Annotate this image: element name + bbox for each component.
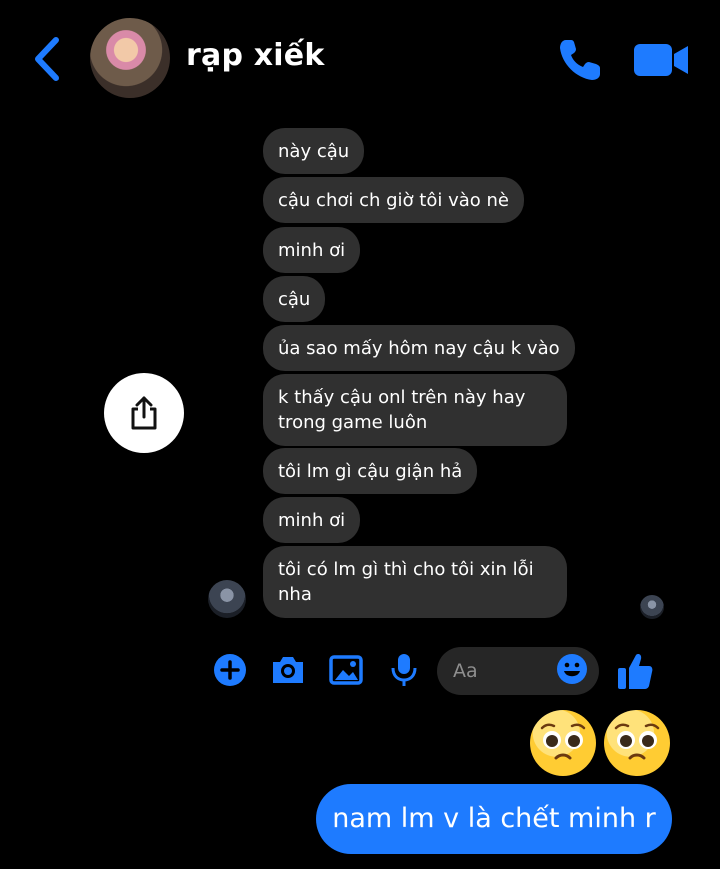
smiley-icon[interactable] bbox=[556, 653, 588, 685]
received-message[interactable]: tôi lm gì cậu giận hả bbox=[263, 448, 478, 494]
sender-avatar[interactable] bbox=[208, 580, 246, 618]
sent-message[interactable]: nam lm v là chết minh r bbox=[316, 784, 672, 854]
pleading-face-emoji[interactable] bbox=[604, 710, 670, 776]
share-button[interactable] bbox=[104, 373, 184, 453]
received-message[interactable]: minh ơi bbox=[263, 227, 361, 273]
video-camera-icon[interactable] bbox=[632, 38, 690, 82]
microphone-icon[interactable] bbox=[386, 652, 422, 688]
thumbs-up-icon[interactable] bbox=[616, 651, 654, 691]
image-icon[interactable] bbox=[328, 652, 364, 688]
seen-avatar bbox=[640, 595, 664, 619]
received-message[interactable]: k thấy cậu onl trên này hay trong game l… bbox=[263, 374, 567, 446]
received-message[interactable]: tôi có lm gì thì cho tôi xin lỗi nha bbox=[263, 546, 567, 618]
contact-name[interactable]: rạp xiếk bbox=[186, 38, 325, 73]
pleading-face-icon bbox=[540, 723, 586, 760]
received-message[interactable]: cậu bbox=[263, 276, 326, 322]
received-message[interactable]: ủa sao mấy hôm nay cậu k vào bbox=[263, 325, 575, 371]
received-message[interactable]: minh ơi bbox=[263, 497, 361, 543]
contact-avatar[interactable] bbox=[90, 18, 170, 98]
received-message[interactable]: này cậu bbox=[263, 128, 365, 174]
pleading-face-emoji[interactable] bbox=[530, 710, 596, 776]
received-message[interactable]: cậu chơi ch giờ tôi vào nè bbox=[263, 177, 524, 223]
share-icon bbox=[131, 396, 157, 430]
message-input-placeholder[interactable]: Aa bbox=[453, 660, 478, 682]
back-chevron-icon[interactable] bbox=[30, 36, 64, 82]
phone-icon[interactable] bbox=[556, 36, 604, 84]
chat-header: rạp xiếk bbox=[0, 0, 720, 118]
pleading-face-icon bbox=[614, 723, 660, 760]
plus-icon[interactable] bbox=[212, 652, 248, 688]
camera-icon[interactable] bbox=[270, 652, 306, 688]
